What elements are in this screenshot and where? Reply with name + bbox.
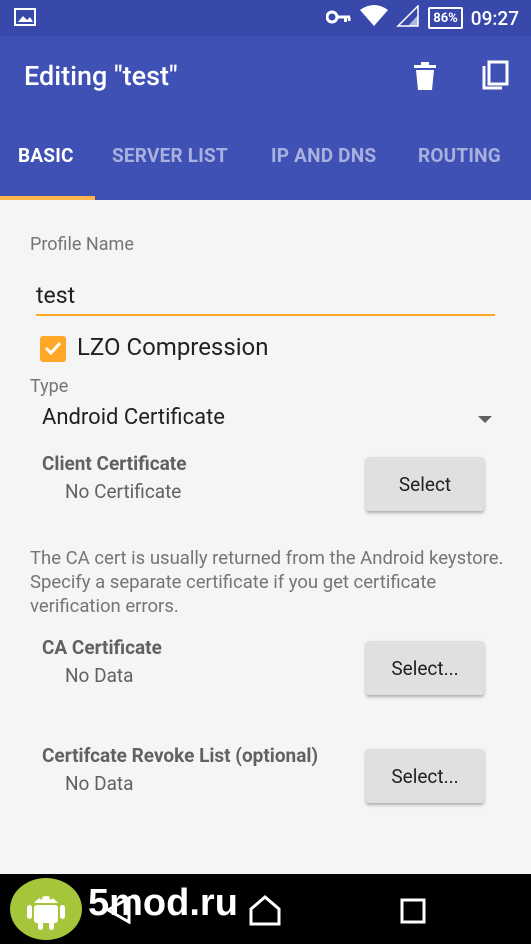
back-triangle-icon xyxy=(104,895,131,928)
select-client-certificate-button[interactable]: Select xyxy=(366,457,484,511)
clock: 09:27 xyxy=(470,6,519,30)
tab-routing[interactable]: ROUTING xyxy=(418,144,501,167)
type-dropdown[interactable]: Android Certificate xyxy=(30,400,500,440)
select-crl-button[interactable]: Select... xyxy=(366,749,484,803)
back-button[interactable] xyxy=(104,895,131,928)
ca-cert-note: The CA cert is usually returned from the… xyxy=(30,547,504,617)
dropdown-arrow-icon xyxy=(478,416,492,423)
trash-icon xyxy=(414,62,436,94)
ca-certificate-value: No Data xyxy=(65,664,134,687)
lzo-compression-checkbox[interactable] xyxy=(40,336,66,362)
battery-indicator: 86% xyxy=(428,7,463,29)
delete-button[interactable] xyxy=(405,58,445,98)
status-bar: 86% 09:27 xyxy=(0,0,531,36)
ca-certificate-title: CA Certificate xyxy=(42,636,162,659)
signal-icon xyxy=(396,4,420,31)
client-certificate-title: Client Certificate xyxy=(42,452,187,475)
system-nav-bar: 5mod.ru xyxy=(0,874,531,944)
type-selected-value: Android Certificate xyxy=(42,405,225,430)
home-button[interactable] xyxy=(248,894,282,930)
tab-basic[interactable]: BASIC xyxy=(18,144,74,167)
android-logo-icon xyxy=(10,878,82,940)
checkmark-icon xyxy=(44,340,62,359)
basic-settings-form: Profile Name LZO Compression Type Androi… xyxy=(0,200,531,874)
recents-square-icon xyxy=(400,898,426,928)
copy-button[interactable] xyxy=(475,58,515,98)
home-icon xyxy=(248,895,282,930)
tab-ip-and-dns[interactable]: IP AND DNS xyxy=(271,144,376,167)
recents-button[interactable] xyxy=(400,898,426,928)
gallery-notification-icon xyxy=(14,8,36,26)
copy-icon xyxy=(480,60,510,96)
crl-title: Certifcate Revoke List (optional) xyxy=(42,744,319,767)
lzo-compression-label[interactable]: LZO Compression xyxy=(77,333,268,361)
page-title: Editing "test" xyxy=(24,60,178,92)
type-label: Type xyxy=(30,376,69,397)
tab-bar: BASIC SERVER LIST IP AND DNS ROUTING xyxy=(0,130,531,200)
select-ca-certificate-button[interactable]: Select... xyxy=(366,641,484,695)
app-bar: Editing "test" BASIC SERVER LIST IP AND … xyxy=(0,36,531,200)
crl-value: No Data xyxy=(65,772,134,795)
profile-name-input[interactable] xyxy=(36,276,495,316)
client-certificate-value: No Certificate xyxy=(65,480,182,503)
tab-server-list[interactable]: SERVER LIST xyxy=(112,144,228,167)
vpn-key-icon xyxy=(325,9,352,28)
wifi-icon xyxy=(360,5,389,31)
profile-name-label: Profile Name xyxy=(30,234,134,255)
